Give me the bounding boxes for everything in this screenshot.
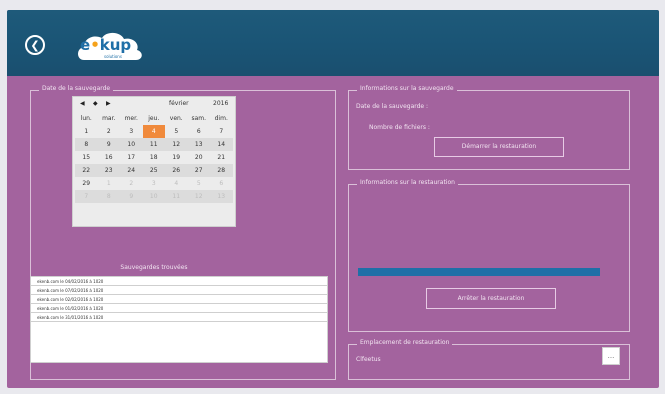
panel-title: Date de la sauvegarde	[39, 85, 114, 92]
day-cell-other-month[interactable]: 12	[188, 190, 211, 203]
day-cell[interactable]: 22	[75, 164, 98, 177]
day-cell-other-month[interactable]: 1	[98, 177, 121, 190]
logo-subtitle: solutions	[104, 54, 122, 59]
day-cell[interactable]: 5	[165, 125, 188, 138]
list-item[interactable]: ekenb.com le 07/02/2016 à 1020	[31, 286, 327, 295]
app-logo: e•kup solutions	[74, 28, 146, 66]
day-cell[interactable]: 12	[165, 138, 188, 151]
start-restore-button[interactable]: Démarrer la restauration	[434, 137, 564, 157]
weekday-label: sam.	[191, 115, 207, 122]
today-icon[interactable]: ◆	[93, 100, 98, 107]
day-cell-other-month[interactable]: 5	[188, 177, 211, 190]
week-row: 22 23 24 25 26 27 28	[75, 164, 233, 177]
weekday-label: mar.	[102, 115, 116, 122]
calendar-year[interactable]: 2016	[213, 100, 228, 107]
restore-info-panel: Informations sur la restauration	[348, 179, 630, 332]
ellipsis-icon: ...	[607, 351, 615, 360]
day-cell[interactable]: 13	[188, 138, 211, 151]
day-cell-other-month[interactable]: 2	[120, 177, 143, 190]
day-cell[interactable]: 25	[143, 164, 166, 177]
day-cell-other-month[interactable]: 8	[98, 190, 121, 203]
day-cell[interactable]: 8	[75, 138, 98, 151]
day-cell[interactable]: 23	[98, 164, 121, 177]
day-cell-other-month[interactable]: 13	[210, 190, 233, 203]
restore-location-value: Clfeetus	[356, 356, 381, 363]
list-item[interactable]: ekenb.com le 04/02/2016 à 1020	[31, 277, 327, 286]
weekday-row: lun. mar. mer. jeu. ven. sam. dim.	[75, 112, 233, 125]
day-cell[interactable]: 29	[75, 177, 98, 190]
day-cell-other-month[interactable]: 11	[165, 190, 188, 203]
week-row: 1 2 3 4 5 6 7	[75, 125, 233, 138]
day-cell[interactable]: 27	[188, 164, 211, 177]
day-cell[interactable]: 17	[120, 151, 143, 164]
weekday-label: lun.	[80, 115, 92, 122]
day-cell[interactable]: 7	[210, 125, 233, 138]
calendar-grid: lun. mar. mer. jeu. ven. sam. dim. 1 2 3…	[75, 112, 233, 203]
day-cell[interactable]: 16	[98, 151, 121, 164]
day-cell[interactable]: 18	[143, 151, 166, 164]
browse-button[interactable]: ...	[602, 347, 620, 365]
day-cell[interactable]: 10	[120, 138, 143, 151]
list-item[interactable]: ekenb.com le 31/01/2016 à 1020	[31, 313, 327, 322]
found-backups-title: Sauvegardes trouvées	[120, 264, 188, 271]
day-cell[interactable]: 26	[165, 164, 188, 177]
list-item[interactable]: ekenb.com le 01/02/2016 à 1020	[31, 304, 327, 313]
week-row: 15 16 17 18 19 20 21	[75, 151, 233, 164]
day-cell[interactable]: 19	[165, 151, 188, 164]
backup-date-label: Date de la sauvegarde :	[356, 103, 429, 110]
day-cell-selected[interactable]: 4	[142, 125, 165, 138]
prev-month-icon[interactable]: ◀	[80, 100, 85, 107]
calendar-header: ◀ ◆ ▶ février 2016	[73, 97, 235, 111]
day-cell[interactable]: 28	[210, 164, 233, 177]
restore-progress-bar	[358, 268, 600, 276]
day-cell-other-month[interactable]: 10	[143, 190, 166, 203]
file-count-label: Nombre de fichiers :	[369, 124, 430, 131]
date-calendar[interactable]: ◀ ◆ ▶ février 2016 lun. mar. mer. jeu. v…	[72, 96, 236, 227]
day-cell[interactable]: 3	[120, 125, 143, 138]
day-cell[interactable]: 9	[98, 138, 121, 151]
back-button[interactable]: ❮	[25, 35, 45, 55]
day-cell-other-month[interactable]: 3	[143, 177, 166, 190]
week-row: 29 1 2 3 4 5 6	[75, 177, 233, 190]
day-cell[interactable]: 1	[75, 125, 98, 138]
day-cell-other-month[interactable]: 4	[165, 177, 188, 190]
next-month-icon[interactable]: ▶	[106, 100, 111, 107]
list-item[interactable]: ekenb.com le 02/02/2016 à 1020	[31, 295, 327, 304]
panel-title: Informations sur la restauration	[357, 179, 458, 186]
weekday-label: mer.	[124, 115, 138, 122]
day-cell[interactable]: 6	[188, 125, 211, 138]
arrow-left-icon: ❮	[30, 38, 40, 52]
logo-text: e•kup	[80, 36, 132, 54]
week-row: 8 9 10 11 12 13 14	[75, 138, 233, 151]
panel-title: Emplacement de restauration	[357, 339, 453, 346]
weekday-label: jeu.	[148, 115, 160, 122]
day-cell-other-month[interactable]: 6	[210, 177, 233, 190]
weekday-label: dim.	[214, 115, 228, 122]
week-row: 7 8 9 10 11 12 13	[75, 190, 233, 203]
day-cell[interactable]: 20	[188, 151, 211, 164]
day-cell[interactable]: 2	[98, 125, 121, 138]
restore-location-panel: Emplacement de restauration	[348, 339, 630, 380]
calendar-month[interactable]: février	[169, 100, 189, 107]
panel-title: Informations sur la sauvegarde	[357, 85, 457, 92]
day-cell-other-month[interactable]: 7	[75, 190, 98, 203]
day-cell[interactable]: 24	[120, 164, 143, 177]
weekday-label: ven.	[169, 115, 183, 122]
day-cell[interactable]: 14	[210, 138, 233, 151]
stop-restore-button[interactable]: Arrêter la restauration	[426, 288, 556, 309]
day-cell-other-month[interactable]: 9	[120, 190, 143, 203]
day-cell[interactable]: 11	[143, 138, 166, 151]
header-bar: ❮ e•kup solutions	[7, 10, 659, 76]
backup-list[interactable]: ekenb.com le 04/02/2016 à 1020 ekenb.com…	[30, 276, 328, 363]
day-cell[interactable]: 21	[210, 151, 233, 164]
day-cell[interactable]: 15	[75, 151, 98, 164]
